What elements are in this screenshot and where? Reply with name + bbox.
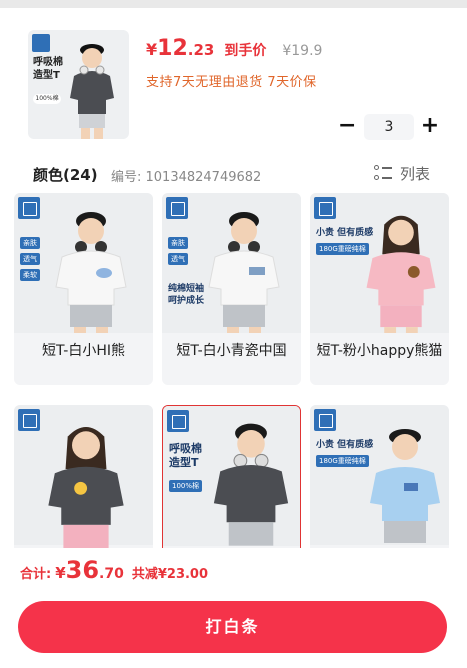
total-symbol: ¥	[55, 564, 66, 582]
brand-logo-icon	[167, 410, 189, 432]
variant-image: 呼吸棉造型T 100%棉	[163, 406, 300, 546]
kid-model-icon	[366, 215, 436, 333]
list-view-toggle[interactable]: 列表	[374, 162, 430, 184]
variant-card-selected[interactable]: 呼吸棉造型T 100%棉	[162, 405, 301, 548]
brand-logo-icon	[32, 34, 50, 52]
sku-selector-page: 呼吸棉造型T 100%棉 ¥ 12 .23 到手价 ¥19.9 支持7天无理由退…	[0, 0, 467, 668]
product-thumbnail[interactable]: 呼吸棉造型T 100%棉	[28, 30, 129, 139]
brand-logo-icon	[314, 409, 336, 431]
kid-model-icon	[55, 212, 127, 333]
variant-image: 亲肤 透气 纯棉短袖呵护成长	[162, 193, 301, 333]
price-integer: 12	[157, 36, 188, 61]
variant-image	[14, 405, 153, 548]
sku-number: 编号: 10134824749682	[111, 170, 262, 185]
original-price: ¥19.9	[282, 43, 323, 59]
service-guarantee: 支持7天无理由退货 7天价保	[146, 75, 317, 90]
quantity-stepper: − 3 +	[336, 114, 440, 140]
list-view-label: 列表	[400, 164, 431, 183]
variant-image: 小贵 但有质感 180G重磅纯棉	[310, 405, 449, 545]
color-section-title: 颜色(24)	[33, 166, 98, 184]
price-decimal: .23	[187, 41, 215, 59]
variant-card[interactable]: 小贵 但有质感 180G重磅纯棉	[310, 405, 449, 548]
increment-button[interactable]: +	[420, 115, 440, 138]
kid-model-icon	[70, 44, 114, 139]
total-decimal: .70	[99, 566, 124, 582]
list-view-icon	[374, 164, 392, 182]
variant-promo-tag: 透气	[20, 253, 40, 265]
variant-promo-tag: 亲肤	[20, 237, 40, 249]
price-tag: 到手价	[224, 43, 267, 59]
variant-label: 短T-粉小happy熊猫	[316, 343, 443, 359]
kid-model-icon	[370, 429, 440, 543]
saving-amount: 共减¥23.00	[131, 567, 209, 582]
total-row: 合计: ¥ 36 .70 共减¥23.00	[20, 556, 208, 586]
variant-promo-tag: 透气	[168, 253, 188, 265]
kid-model-icon	[208, 212, 280, 333]
total-integer: 36	[65, 556, 100, 584]
top-strip	[0, 0, 467, 8]
variant-card[interactable]: 亲肤 透气 纯棉短袖呵护成长 短T-白小青瓷中国	[162, 193, 301, 385]
price-row: ¥ 12 .23 到手价 ¥19.9	[146, 36, 322, 64]
quantity-input[interactable]: 3	[364, 114, 414, 140]
variant-promo-tag: 亲肤	[168, 237, 188, 249]
variant-label: 短T-白小青瓷中国	[176, 343, 287, 359]
thumb-promo-text: 呼吸棉造型T	[33, 57, 63, 81]
variant-image: 小贵 但有质感 180G重磅纯棉	[310, 193, 449, 333]
kid-model-icon	[213, 423, 289, 546]
variant-promo-tag: 100%棉	[169, 480, 203, 492]
kid-model-icon	[48, 426, 124, 548]
price-symbol: ¥	[146, 40, 158, 59]
brand-logo-icon	[314, 197, 336, 219]
variant-image: 亲肤 透气 柔软	[14, 193, 153, 333]
thumb-badge: 100%棉	[33, 94, 61, 104]
sku-sheet: 呼吸棉造型T 100%棉 ¥ 12 .23 到手价 ¥19.9 支持7天无理由退…	[0, 8, 467, 548]
variant-card[interactable]: 亲肤 透气 柔软 短T-白小HI熊	[14, 193, 153, 385]
decrement-button[interactable]: −	[338, 115, 356, 137]
variant-card[interactable]	[14, 405, 153, 548]
brand-logo-icon	[18, 197, 40, 219]
variant-label: 短T-白小HI熊	[42, 343, 125, 359]
confirm-purchase-button[interactable]: 打白条	[18, 601, 447, 653]
total-label: 合计:	[20, 567, 52, 582]
variant-promo-tag: 柔软	[20, 269, 40, 281]
brand-logo-icon	[166, 197, 188, 219]
variant-card[interactable]: 小贵 但有质感 180G重磅纯棉 短T-粉小happy熊猫	[310, 193, 449, 385]
